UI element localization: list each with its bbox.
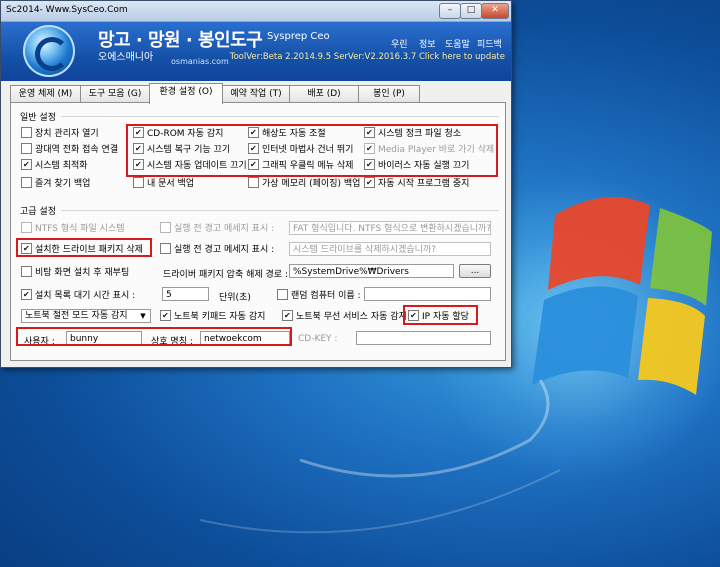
cb-junk-clean[interactable]: 시스템 정크 파일 청소: [364, 127, 461, 140]
cb-keypad[interactable]: 노트북 키패드 자동 감지: [160, 310, 265, 323]
close-button[interactable]: ✕: [481, 3, 509, 19]
minimize-button[interactable]: –: [439, 3, 461, 19]
settings-panel: 일반 설정 장치 관리자 열기 광대역 전화 접속 연결 시스템 최적화 즐겨 …: [10, 102, 506, 361]
advanced-section-title: 고급 설정: [20, 207, 56, 217]
cb-broadband[interactable]: 광대역 전화 접속 연결: [21, 143, 118, 156]
cb-warn-ntfs[interactable]: 실행 전 경고 메세지 표시 :: [160, 222, 274, 235]
cb-delete-driver-pkg[interactable]: 설치한 드라이브 패키지 삭제: [21, 243, 143, 256]
user-input[interactable]: bunny: [66, 331, 142, 345]
general-divider: [61, 116, 499, 117]
app-window: Sc2014- Www.SysCeo.Com – □ ✕ 망고 · 망원 · 봉…: [0, 0, 512, 368]
cb-restore-off[interactable]: 시스템 복구 기능 끄기: [133, 143, 230, 156]
tab-os[interactable]: 운영 체제 (M): [10, 85, 81, 103]
app-banner: 망고 · 망원 · 봉인도구 Sysprep Ceo 오에스매니아 osmani…: [1, 22, 511, 81]
tab-deploy[interactable]: 배포 (D): [289, 85, 359, 103]
version-update-link[interactable]: ToolVer:Beta 2.2014.9.5 SerVer:V2.2016.3…: [230, 52, 505, 62]
cb-warn-delete[interactable]: 실행 전 경고 메세지 표시 :: [160, 243, 274, 256]
cb-ntfs[interactable]: NTFS 형식 파일 시스템: [21, 222, 125, 235]
menu-about[interactable]: 우린: [391, 37, 408, 50]
cb-cdrom-detect[interactable]: CD-ROM 자동 감지: [133, 127, 223, 140]
cb-device-manager[interactable]: 장치 관리자 열기: [21, 127, 99, 140]
warn-ntfs-input[interactable]: FAT 형식입니다. NTFS 형식으로 변환하시겠습니까?: [289, 221, 491, 235]
org-input[interactable]: netwoekcom: [200, 331, 290, 345]
cb-ip-auto[interactable]: IP 자동 할당: [408, 310, 469, 323]
tab-schedule[interactable]: 예약 작업 (T): [222, 85, 290, 103]
menu-help[interactable]: 도움말: [445, 37, 470, 50]
cb-reboot[interactable]: 비탕 화면 설치 후 재부팅: [21, 266, 129, 279]
menu-info[interactable]: 정보: [419, 37, 436, 50]
cb-graphics-menu[interactable]: 그래픽 우클릭 메뉴 삭제: [248, 159, 353, 172]
banner-sysprep: Sysprep Ceo: [267, 31, 330, 42]
wait-time-input[interactable]: 5: [162, 287, 209, 301]
tab-settings[interactable]: 환경 설정 (O): [149, 83, 223, 104]
cb-pagefile-backup[interactable]: 가상 메모리 (페이징) 백업: [248, 177, 360, 190]
driver-path-input[interactable]: %SystemDrive%₩Drivers: [289, 264, 454, 278]
cb-wait-time[interactable]: 설치 목록 대기 시간 표시 :: [21, 289, 135, 302]
cb-startup-stop[interactable]: 자동 시작 프로그램 중지: [364, 177, 469, 190]
power-mode-dropdown[interactable]: 노트북 절전 모드 자동 감지 ▼: [21, 309, 151, 323]
cb-auto-update-off[interactable]: 시스템 자동 업데이트 끄기: [133, 159, 247, 172]
tab-tools[interactable]: 도구 모음 (G): [80, 85, 150, 103]
cb-wireless[interactable]: 노트북 무선 서비스 자동 감지: [282, 310, 407, 323]
general-section-title: 일반 설정: [20, 113, 56, 123]
driver-path-label: 드라이버 패키지 압축 해제 경로 :: [163, 270, 288, 280]
tab-seal[interactable]: 봉인 (P): [358, 85, 420, 103]
advanced-divider: [61, 210, 499, 211]
random-name-input[interactable]: [364, 287, 491, 301]
warn-delete-input[interactable]: 시스템 드라이브를 삭제하시겠습니까?: [289, 242, 491, 256]
maximize-button[interactable]: □: [460, 3, 482, 19]
user-label: 사용자 :: [24, 337, 55, 347]
cb-optimize[interactable]: 시스템 최적화: [21, 159, 88, 172]
title-bar[interactable]: Sc2014- Www.SysCeo.Com – □ ✕: [1, 1, 511, 22]
wait-unit-label: 단위(초): [219, 293, 251, 303]
cdkey-label: CD-KEY :: [298, 334, 338, 344]
chevron-down-icon: ▼: [140, 312, 146, 320]
cb-mediaplayer-shortcut[interactable]: Media Player 바로 가기 삭제: [364, 143, 494, 156]
cb-random-name[interactable]: 랜덤 컴퓨터 이름 :: [277, 289, 361, 302]
cb-favorites-backup[interactable]: 즐겨 찾기 백업: [21, 177, 90, 190]
window-title: Sc2014- Www.SysCeo.Com: [6, 5, 128, 15]
banner-subtitle: 오에스매니아: [98, 52, 154, 63]
cb-autorun-off[interactable]: 바이러스 자동 실행 끄기: [364, 159, 469, 172]
menu-feedback[interactable]: 피드백: [477, 37, 502, 50]
browse-button[interactable]: ...: [459, 264, 491, 278]
cb-mydocs-backup[interactable]: 내 문서 백업: [133, 177, 194, 190]
org-label: 상호 명칭 :: [151, 337, 193, 347]
cdkey-input[interactable]: [356, 331, 491, 345]
app-logo-icon: [23, 25, 75, 77]
cb-resolution[interactable]: 해상도 자동 조절: [248, 127, 326, 140]
banner-site: osmanias.com: [171, 57, 229, 66]
cb-internet-wizard[interactable]: 인터넷 마법사 건너 뛰기: [248, 143, 353, 156]
